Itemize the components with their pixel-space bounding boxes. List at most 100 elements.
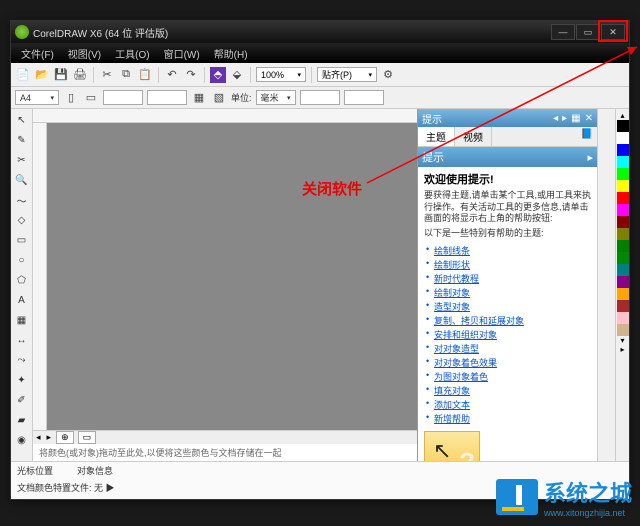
ellipse-tool-icon[interactable]: ○	[13, 251, 31, 269]
page-next-icon[interactable]: ▸	[44, 432, 55, 443]
hints-book-icon[interactable]: 📘	[577, 127, 597, 146]
color-swatch[interactable]	[617, 192, 629, 204]
hints-link[interactable]: 添加文本	[424, 398, 591, 411]
color-swatch[interactable]	[617, 312, 629, 324]
paste-icon[interactable]: 📋	[137, 67, 153, 83]
palette-scroll-down-icon[interactable]: ▾	[620, 336, 624, 345]
canvas-column: 关闭软件 ◂ ▸ ⊕ ▭ 将颜色(或对象)拖动至此处,以便将这些颜色与文档存储在…	[33, 109, 417, 461]
tab-video[interactable]: 视频	[455, 127, 492, 146]
save-icon[interactable]: 💾	[53, 67, 69, 83]
hints-link[interactable]: 安排和组织对象	[424, 328, 591, 341]
chevron-right-icon[interactable]: ▸	[587, 151, 593, 164]
color-swatch[interactable]	[617, 168, 629, 180]
color-swatch[interactable]	[617, 228, 629, 240]
hints-link[interactable]: 新增帮助	[424, 412, 591, 425]
copy-icon[interactable]: ⧉	[118, 67, 134, 83]
palette-flyout-icon[interactable]: ▸	[620, 345, 624, 354]
import-icon[interactable]: ⬘	[210, 67, 226, 83]
color-swatch[interactable]	[617, 144, 629, 156]
text-tool-icon[interactable]: A	[13, 291, 31, 309]
page-add-button[interactable]: ⊕	[56, 431, 74, 444]
eyedropper-tool-icon[interactable]: ✐	[13, 391, 31, 409]
dimension-tool-icon[interactable]: ↔	[13, 331, 31, 349]
menu-view[interactable]: 视图(V)	[62, 44, 107, 63]
hints-header: 提示 ◂ ▸ ▦ ✕	[418, 109, 597, 127]
page-prev-icon[interactable]: ◂	[33, 432, 44, 443]
table-tool-icon[interactable]: ▦	[13, 311, 31, 329]
color-swatch[interactable]	[617, 276, 629, 288]
rectangle-tool-icon[interactable]: ▭	[13, 231, 31, 249]
outline-tool-icon[interactable]: ◉	[13, 431, 31, 449]
hints-link[interactable]: 为图对象着色	[424, 370, 591, 383]
zoom-tool-icon[interactable]: 🔍	[13, 171, 31, 189]
color-swatch[interactable]	[617, 132, 629, 144]
page-layout2-icon[interactable]: ▧	[211, 90, 227, 106]
hints-link[interactable]: 绘制线条	[424, 244, 591, 257]
menu-window[interactable]: 窗口(W)	[158, 44, 206, 63]
color-swatch[interactable]	[617, 204, 629, 216]
hints-settings-icon[interactable]: ▦	[571, 113, 580, 124]
crop-tool-icon[interactable]: ✂	[13, 151, 31, 169]
color-swatch[interactable]	[617, 156, 629, 168]
color-swatch[interactable]	[617, 252, 629, 264]
pick-tool-icon[interactable]: ↖	[13, 111, 31, 129]
options-icon[interactable]: ⚙	[380, 67, 396, 83]
fill-tool-icon[interactable]: ▰	[13, 411, 31, 429]
color-swatch[interactable]	[617, 180, 629, 192]
maximize-button[interactable]: ▭	[576, 24, 600, 40]
menu-tools[interactable]: 工具(O)	[109, 44, 155, 63]
hints-prev-icon[interactable]: ◂	[553, 113, 558, 124]
smart-tool-icon[interactable]: ◇	[13, 211, 31, 229]
page-tab[interactable]: ▭	[78, 431, 97, 444]
orientation-landscape-icon[interactable]: ▭	[83, 90, 99, 106]
hints-close-icon[interactable]: ✕	[585, 113, 593, 124]
print-icon[interactable]: 🖨	[72, 67, 88, 83]
nudge-spin[interactable]	[300, 90, 340, 105]
hints-link[interactable]: 新时代教程	[424, 272, 591, 285]
hints-link[interactable]: 绘制对象	[424, 286, 591, 299]
export-icon[interactable]: ⬙	[229, 67, 245, 83]
drawing-canvas[interactable]: 关闭软件	[47, 123, 417, 430]
hints-next-icon[interactable]: ▸	[562, 113, 567, 124]
hints-link[interactable]: 造型对象	[424, 300, 591, 313]
minimize-button[interactable]: —	[551, 24, 575, 40]
color-swatch[interactable]	[617, 288, 629, 300]
freehand-tool-icon[interactable]: ～	[13, 191, 31, 209]
open-icon[interactable]: 📂	[34, 67, 50, 83]
tab-topic[interactable]: 主题	[418, 127, 455, 146]
dup-spin[interactable]	[344, 90, 384, 105]
new-icon[interactable]: 📄	[15, 67, 31, 83]
page-layout-icon[interactable]: ▦	[191, 90, 207, 106]
hints-link[interactable]: 对对象造型	[424, 342, 591, 355]
toolbox: ↖ ✎ ✂ 🔍 ～ ◇ ▭ ○ ⬠ A ▦ ↔ ⤳ ✦ ✐ ▰ ◉	[11, 109, 33, 461]
color-swatch[interactable]	[617, 324, 629, 336]
polygon-tool-icon[interactable]: ⬠	[13, 271, 31, 289]
color-swatch[interactable]	[617, 216, 629, 228]
units-combo[interactable]: 毫米▾	[256, 90, 296, 105]
menu-file[interactable]: 文件(F)	[15, 44, 60, 63]
page-height-spin[interactable]	[147, 90, 187, 105]
snap-combo[interactable]: 贴齐(P)▾	[317, 67, 377, 82]
connector-tool-icon[interactable]: ⤳	[13, 351, 31, 369]
pagesize-combo[interactable]: A4▾	[15, 90, 59, 105]
zoom-combo[interactable]: 100%▾	[256, 67, 306, 82]
shape-tool-icon[interactable]: ✎	[13, 131, 31, 149]
cut-icon[interactable]: ✂	[99, 67, 115, 83]
palette-scroll-up-icon[interactable]: ▴	[620, 111, 624, 120]
menu-help[interactable]: 帮助(H)	[208, 44, 254, 63]
undo-icon[interactable]: ↶	[164, 67, 180, 83]
orientation-portrait-icon[interactable]: ▯	[63, 90, 79, 106]
hints-link[interactable]: 填充对象	[424, 384, 591, 397]
hints-link[interactable]: 绘制形状	[424, 258, 591, 271]
redo-icon[interactable]: ↷	[183, 67, 199, 83]
color-swatch[interactable]	[617, 300, 629, 312]
main-area: ↖ ✎ ✂ 🔍 ～ ◇ ▭ ○ ⬠ A ▦ ↔ ⤳ ✦ ✐ ▰ ◉ 关闭软件	[11, 109, 629, 461]
color-swatch[interactable]	[617, 120, 629, 132]
close-button[interactable]: ✕	[601, 24, 625, 40]
hints-link[interactable]: 对对象着色效果	[424, 356, 591, 369]
page-width-spin[interactable]	[103, 90, 143, 105]
hints-link[interactable]: 复制、拷贝和延展对象	[424, 314, 591, 327]
color-swatch[interactable]	[617, 264, 629, 276]
color-swatch[interactable]	[617, 240, 629, 252]
effects-tool-icon[interactable]: ✦	[13, 371, 31, 389]
